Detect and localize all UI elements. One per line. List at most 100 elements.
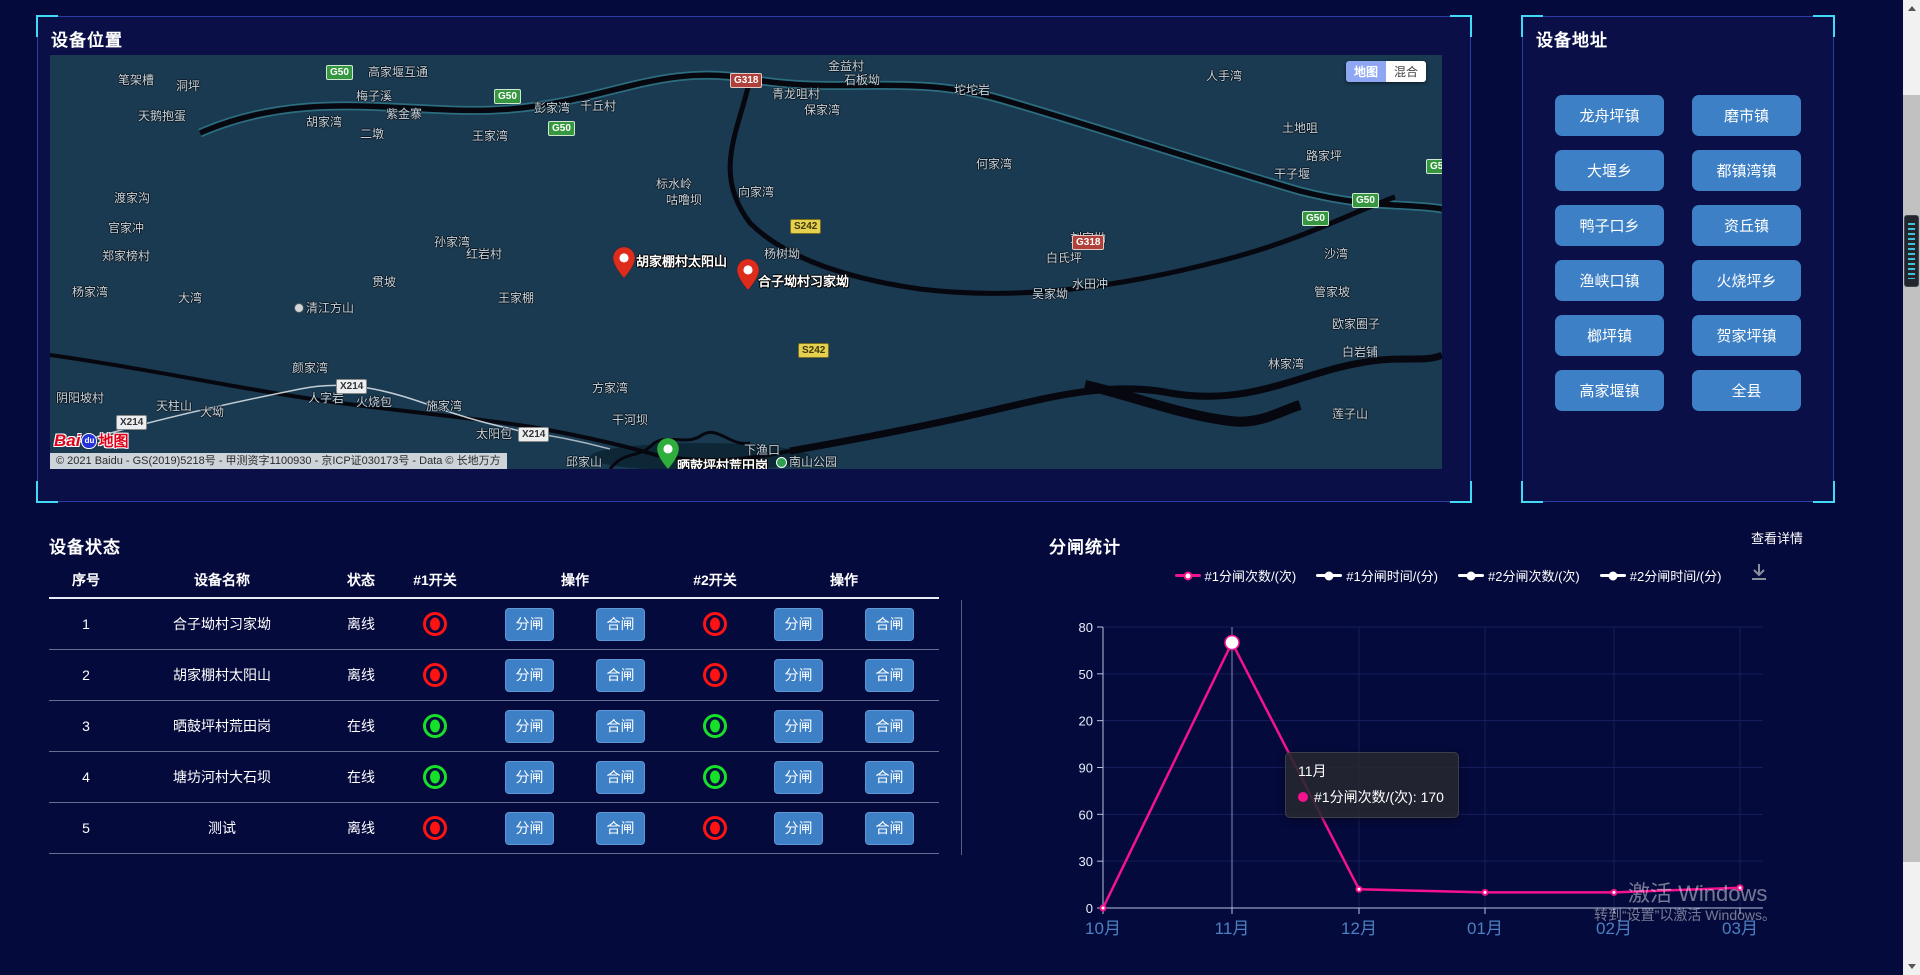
map-place-label: 标水岭 [656,175,692,192]
svg-text:0: 0 [1086,901,1093,916]
table-row: 5测试离线分闸合闸分闸合闸 [49,803,939,854]
scrollbar-up-button[interactable] [1903,0,1920,17]
operation2-cell: 分闸 合闸 [749,710,939,743]
map-place-label: 洞坪 [176,77,200,94]
column-header: 操作 [749,570,939,590]
column-header: 操作 [469,570,681,590]
legend-item-1[interactable]: #1分闸次数/(次) [1175,566,1297,585]
close-switch2-button[interactable]: 合闸 [865,812,914,845]
close-switch2-button[interactable]: 合闸 [865,608,914,641]
open-switch2-button[interactable]: 分闸 [774,710,823,743]
switch1-indicator-green [423,714,447,738]
map-marker-label: 合子坳村习家坳 [758,271,849,290]
open-switch1-button[interactable]: 分闸 [505,812,554,845]
map-place-label: 梅子溪 [356,87,392,104]
address-button-7[interactable]: 渔峡口镇 [1555,260,1664,301]
address-button-2[interactable]: 磨市镇 [1692,95,1801,136]
device-location-title: 设备位置 [38,17,1470,51]
open-switch1-button[interactable]: 分闸 [505,608,554,641]
map-place-label: 水田冲 [1072,275,1108,292]
tooltip-series-dot [1298,792,1308,802]
stripe-pattern [1908,223,1915,279]
address-button-8[interactable]: 火烧坪乡 [1692,260,1801,301]
legend-line-icon [1316,574,1342,577]
close-switch1-button[interactable]: 合闸 [596,659,645,692]
view-details-link[interactable]: 查看详情 [1751,528,1803,547]
device-status-table: 序号设备名称状态#1开关操作#2开关操作1合子坳村习家坳离线分闸合闸分闸合闸2胡… [49,563,939,854]
scrollbar-thumb[interactable] [1903,95,1920,862]
column-header: 状态 [321,570,401,590]
map-place-label: 沙湾 [1324,245,1348,262]
map-toggle-map-button[interactable]: 地图 [1346,61,1386,82]
svg-text:180: 180 [1078,620,1093,635]
address-button-9[interactable]: 榔坪镇 [1555,315,1664,356]
open-switch2-button[interactable]: 分闸 [774,761,823,794]
svg-text:30: 30 [1079,854,1093,869]
address-button-12[interactable]: 全县 [1692,370,1801,411]
map-place-label: 石板坳 [844,71,880,88]
close-switch1-button[interactable]: 合闸 [596,710,645,743]
corner-decoration [1813,481,1835,503]
map-place-label: 官家冲 [108,219,144,236]
device-name: 胡家棚村太阳山 [123,665,321,685]
svg-text:90: 90 [1079,761,1093,776]
open-switch2-button[interactable]: 分闸 [774,608,823,641]
address-button-1[interactable]: 龙舟坪镇 [1555,95,1664,136]
close-switch2-button[interactable]: 合闸 [865,659,914,692]
map-place-label: 阴阳坡村 [56,389,104,406]
legend-label: #2分闸时间/(分) [1630,566,1722,585]
map-marker-red[interactable] [737,259,759,295]
map-toggle-mixed-button[interactable]: 混合 [1386,61,1426,82]
address-button-3[interactable]: 大堰乡 [1555,150,1664,191]
device-status: 在线 [321,767,401,787]
svg-text:60: 60 [1079,807,1093,822]
close-switch2-button[interactable]: 合闸 [865,710,914,743]
legend-item-2[interactable]: #1分闸时间/(分) [1316,566,1438,585]
map-place-label: 彭家湾 [534,99,570,116]
scrollbar-down-button[interactable] [1903,958,1920,975]
map-place-label: 何家湾 [976,155,1012,172]
svg-text:11月: 11月 [1215,919,1250,938]
legend-label: #1分闸时间/(分) [1346,566,1438,585]
map-marker-green[interactable] [657,438,679,469]
road-badge: X214 [336,379,367,394]
open-switch2-button[interactable]: 分闸 [774,812,823,845]
address-button-4[interactable]: 都镇湾镇 [1692,150,1801,191]
switch2-cell [681,714,749,738]
close-switch1-button[interactable]: 合闸 [596,761,645,794]
baidu-map[interactable]: 地图 混合 Bai du 地图 © 2021 Baidu - GS(2019)5… [50,55,1442,469]
switch1-indicator-green [423,765,447,789]
address-button-5[interactable]: 鸭子口乡 [1555,205,1664,246]
address-button-10[interactable]: 贺家坪镇 [1692,315,1801,356]
row-number: 4 [49,769,123,785]
map-place-label: 吴家坳 [1032,285,1068,302]
legend-item-4[interactable]: #2分闸时间/(分) [1600,566,1722,585]
scrollbar-overlay-widget [1904,215,1919,287]
open-switch1-button[interactable]: 分闸 [505,710,554,743]
close-switch2-button[interactable]: 合闸 [865,761,914,794]
open-switch1-button[interactable]: 分闸 [505,761,554,794]
table-header-row: 序号设备名称状态#1开关操作#2开关操作 [49,563,939,599]
close-switch1-button[interactable]: 合闸 [596,812,645,845]
page-scrollbar[interactable] [1903,0,1920,975]
map-marker-label: 胡家棚村太阳山 [636,251,727,270]
road-badge: G50 [548,121,575,136]
open-switch1-button[interactable]: 分闸 [505,659,554,692]
legend-item-3[interactable]: #2分闸次数/(次) [1458,566,1580,585]
switch2-indicator-red [703,816,727,840]
switch2-cell [681,816,749,840]
operation1-cell: 分闸 合闸 [469,659,681,692]
map-place-label: 白氏坪 [1046,249,1082,266]
map-marker-red[interactable] [613,247,635,283]
close-switch1-button[interactable]: 合闸 [596,608,645,641]
address-button-6[interactable]: 资丘镇 [1692,205,1801,246]
address-button-11[interactable]: 高家堰镇 [1555,370,1664,411]
open-switch2-button[interactable]: 分闸 [774,659,823,692]
baidu-logo: Bai du 地图 [54,430,128,451]
column-header: #2开关 [681,570,749,590]
road-badge: G50 [1302,211,1329,226]
map-place-label: 王家湾 [472,127,508,144]
map-place-label: 咕噜坝 [666,191,702,208]
road-badge: G50 [326,65,353,80]
legend-label: #2分闸次数/(次) [1488,566,1580,585]
